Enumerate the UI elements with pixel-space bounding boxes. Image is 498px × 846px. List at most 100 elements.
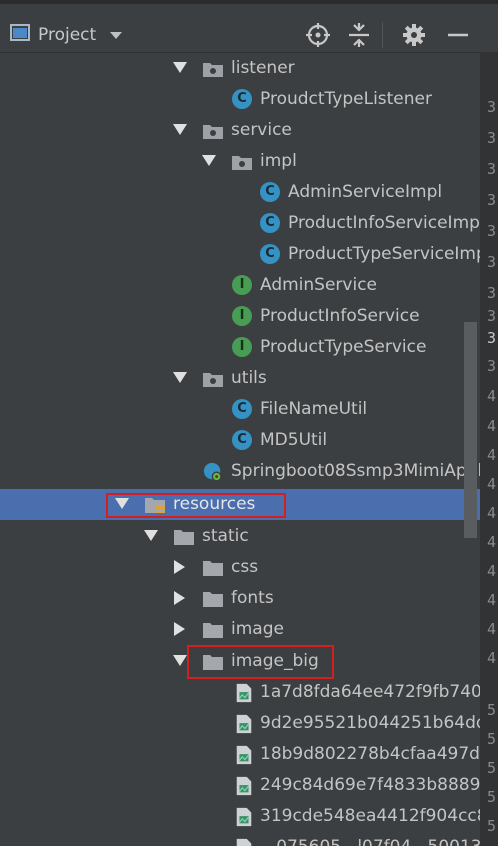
class-icon: C — [260, 182, 280, 202]
resources-highlight-box — [106, 493, 286, 518]
line-number: 4 — [487, 591, 497, 609]
tree-row-fonts[interactable]: fonts — [0, 583, 498, 614]
folder-icon — [203, 561, 223, 576]
image-file-icon — [236, 838, 252, 846]
tree-item-label: 319cde548ea4412f904cc81 — [260, 806, 498, 826]
spring-boot-class-icon — [203, 462, 222, 482]
project-tree: listener C ProudctTypeListener service i… — [0, 53, 498, 846]
line-number: 3 — [487, 307, 497, 325]
package-folder-icon — [203, 373, 223, 387]
tree-item-label: AdminService — [260, 275, 378, 295]
tree-row-static[interactable]: static — [0, 521, 498, 552]
line-number: 3 — [487, 357, 497, 375]
package-folder-icon — [232, 156, 252, 170]
vertical-scrollbar-thumb[interactable] — [464, 322, 477, 538]
tree-row-image-file[interactable]: ...075605...l07f04...50013...0 — [0, 832, 498, 846]
tree-row-md5util[interactable]: C MD5Util — [0, 425, 498, 456]
line-number: 4 — [487, 417, 497, 435]
tree-row-image-file[interactable]: 249c84d69e7f4833b8889c — [0, 770, 498, 801]
tree-item-label: static — [202, 526, 249, 546]
interface-icon: I — [232, 337, 252, 357]
line-number: 4 — [487, 620, 497, 638]
tree-row-productinfoserviceimpl[interactable]: C ProductInfoServiceImpl — [0, 208, 498, 239]
tree-item-label: utils — [231, 368, 267, 388]
project-tool-window-header: Project — [0, 4, 498, 53]
collapsed-arrow-icon[interactable] — [174, 560, 185, 574]
tree-row-producttypeserviceimpl[interactable]: C ProductTypeServiceImp — [0, 239, 498, 270]
tree-item-label: impl — [260, 151, 297, 171]
image-file-icon — [236, 807, 252, 827]
tree-item-label: 1a7d8fda64ee472f9fb7404 — [260, 682, 493, 702]
tree-row-productinfoservice[interactable]: I ProductInfoService — [0, 301, 498, 332]
tree-row-adminserviceimpl[interactable]: C AdminServiceImpl — [0, 177, 498, 208]
line-number: 4 — [487, 504, 497, 522]
tree-row-listener[interactable]: listener — [0, 53, 498, 84]
hide-minimize-icon[interactable] — [445, 22, 471, 48]
line-number: 3 — [487, 129, 497, 147]
line-number: 4 — [487, 533, 497, 551]
folder-icon — [174, 530, 194, 545]
tree-row-image-file[interactable]: 1a7d8fda64ee472f9fb7404 — [0, 677, 498, 708]
tree-item-label: ProudctTypeListener — [260, 89, 432, 109]
expanded-arrow-icon[interactable] — [173, 124, 187, 135]
class-icon: C — [260, 213, 280, 233]
editor-line-number-gutter: 3 3 3 3 3 3 3 3 3 3 4 4 4 4 4 4 4 4 4 4 … — [480, 53, 498, 846]
tree-item-label: 9d2e95521b044251b64dda — [260, 713, 498, 733]
tree-row-image-file[interactable]: 9d2e95521b044251b64dda — [0, 708, 498, 739]
collapse-all-icon[interactable] — [346, 22, 372, 48]
tree-row-image-file[interactable]: 18b9d802278b4cfaa497d0 — [0, 739, 498, 770]
tree-item-label: ProductTypeServiceImp — [288, 244, 487, 264]
package-folder-icon — [203, 63, 223, 77]
tree-item-label: MD5Util — [260, 430, 328, 450]
project-view-title[interactable]: Project — [38, 24, 96, 46]
tree-row-proudcttypelistener[interactable]: C ProudctTypeListener — [0, 84, 498, 115]
line-number: 4 — [487, 649, 497, 667]
tree-item-label: ...075605...l07f04...50013...0 — [260, 836, 498, 846]
line-number: 5 — [487, 759, 497, 777]
gear-icon[interactable] — [401, 22, 427, 48]
tree-item-label: FileNameUtil — [260, 399, 368, 419]
line-number: 5 — [487, 701, 497, 719]
collapsed-arrow-icon[interactable] — [174, 622, 185, 636]
tree-item-label: Springboot08Ssmp3MimiAppl — [231, 461, 483, 481]
expanded-arrow-icon[interactable] — [202, 155, 216, 166]
package-folder-icon — [203, 125, 223, 139]
expanded-arrow-icon[interactable] — [144, 530, 158, 541]
line-number: 3 — [487, 253, 497, 271]
interface-icon: I — [232, 275, 252, 295]
tree-item-label: 249c84d69e7f4833b8889c — [260, 775, 490, 795]
tree-item-label: ProductInfoService — [260, 306, 420, 326]
line-number: 3 — [487, 222, 497, 240]
dropdown-arrow-icon[interactable] — [110, 32, 122, 39]
tree-row-producttypeservice[interactable]: I ProductTypeService — [0, 332, 498, 363]
tree-row-image[interactable]: image — [0, 614, 498, 645]
locate-target-icon[interactable] — [305, 22, 331, 48]
line-number: 3 — [487, 284, 497, 302]
tree-row-css[interactable]: css — [0, 552, 498, 583]
image-file-icon — [236, 714, 252, 734]
tree-item-label: image — [231, 619, 284, 639]
tree-row-springboot-application[interactable]: Springboot08Ssmp3MimiAppl — [0, 456, 498, 487]
tree-row-service[interactable]: service — [0, 115, 498, 146]
tree-row-utils[interactable]: utils — [0, 363, 498, 394]
class-icon: C — [232, 89, 252, 109]
line-number: 4 — [487, 387, 497, 405]
tree-row-image-file[interactable]: 319cde548ea4412f904cc81 — [0, 801, 498, 832]
line-number: 3 — [487, 160, 497, 178]
tree-item-label: ProductInfoServiceImpl — [288, 213, 485, 233]
collapsed-arrow-icon[interactable] — [174, 591, 185, 605]
project-view-icon — [10, 24, 30, 41]
expanded-arrow-icon[interactable] — [173, 655, 187, 666]
line-number-current: 3 — [487, 329, 497, 347]
tree-row-filenameutil[interactable]: C FileNameUtil — [0, 394, 498, 425]
tree-item-label: fonts — [231, 588, 274, 608]
line-number: 5 — [487, 817, 497, 835]
expanded-arrow-icon[interactable] — [173, 62, 187, 73]
line-number: 5 — [487, 730, 497, 748]
tree-row-adminservice[interactable]: I AdminService — [0, 270, 498, 301]
expanded-arrow-icon[interactable] — [173, 372, 187, 383]
tree-row-impl[interactable]: impl — [0, 146, 498, 177]
tree-item-label: 18b9d802278b4cfaa497d0 — [260, 744, 491, 764]
line-number: 4 — [487, 446, 497, 464]
line-number: 3 — [487, 98, 497, 116]
